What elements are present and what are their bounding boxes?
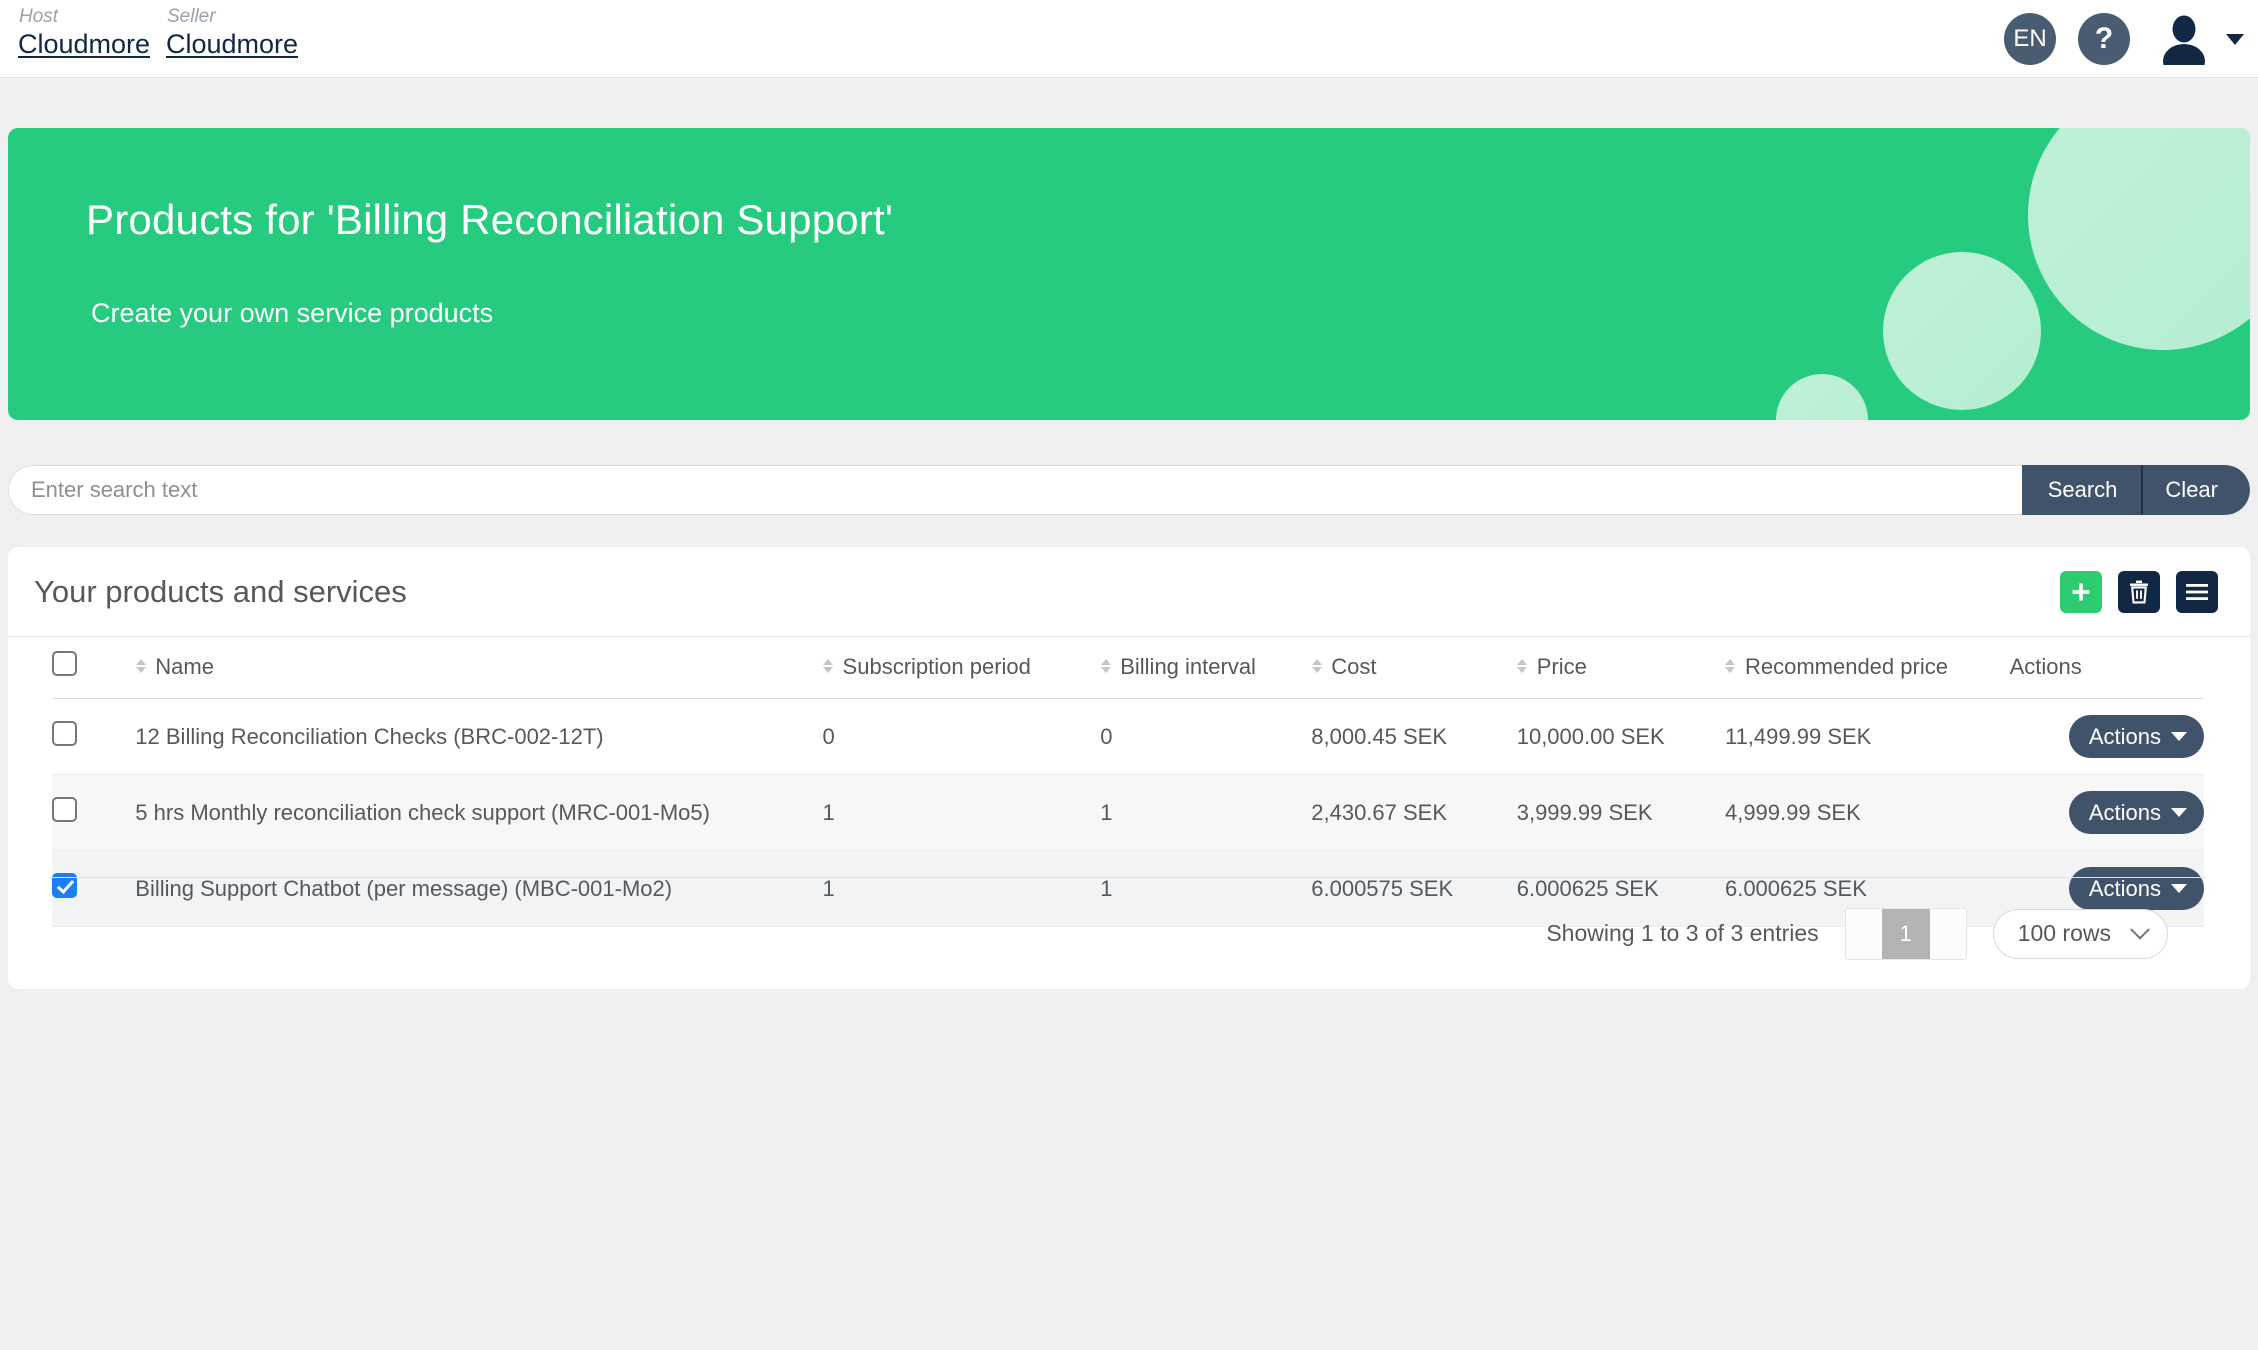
cell-name: 5 hrs Monthly reconciliation check suppo… (135, 774, 823, 851)
cell-subscription-period: 1 (822, 774, 1101, 851)
search-button[interactable]: Search (2021, 465, 2142, 515)
seller-label: Seller (167, 6, 216, 27)
add-product-button[interactable] (2060, 570, 2102, 613)
column-header-actions: Actions (2009, 637, 2204, 699)
cell-actions: Actions (2009, 774, 2204, 851)
cell-cost: 2,430.67 SEK (1311, 774, 1517, 851)
host-context: Host Cloudmore (18, 6, 166, 60)
card-toolbar (2060, 570, 2218, 613)
column-label-billing-interval: Billing interval (1120, 653, 1256, 679)
top-bar: Host Cloudmore Seller Cloudmore EN ? (0, 0, 2258, 78)
products-card: Your products and services Name Subscrip… (8, 547, 2250, 989)
context-switcher: Host Cloudmore Seller Cloudmore (18, 6, 314, 60)
seller-context: Seller Cloudmore (166, 6, 314, 60)
sort-icon (135, 658, 146, 673)
cell-actions: Actions (2009, 698, 2204, 775)
column-header-billing-interval[interactable]: Billing interval (1100, 637, 1312, 699)
chevron-down-icon (2130, 919, 2150, 940)
pagination-prev[interactable] (1845, 908, 1882, 959)
cell-cost: 8,000.45 SEK (1311, 698, 1517, 775)
row-actions-button[interactable]: Actions (2068, 715, 2204, 758)
cell-name: 12 Billing Reconciliation Checks (BRC-00… (135, 698, 823, 775)
chevron-down-icon (2226, 33, 2244, 45)
page-hero-banner: Products for 'Billing Reconciliation Sup… (8, 128, 2250, 420)
sort-icon (1311, 658, 1322, 673)
card-header: Your products and services (8, 547, 2250, 637)
decorative-circle-large (2028, 128, 2250, 350)
rows-per-page-select[interactable]: 100 rows (1992, 908, 2168, 959)
decorative-circle-small (1776, 374, 1868, 420)
host-label: Host (19, 6, 59, 27)
search-bar: Search Clear (8, 465, 2250, 515)
column-header-recommended-price[interactable]: Recommended price (1724, 637, 2010, 699)
column-label-subscription-period: Subscription period (842, 653, 1031, 679)
column-header-name[interactable]: Name (135, 637, 823, 699)
row-actions-label: Actions (2088, 799, 2161, 825)
chevron-down-icon (2171, 808, 2187, 817)
sort-icon (1725, 658, 1736, 673)
column-label-cost: Cost (1331, 653, 1377, 679)
pagination-next[interactable] (1929, 908, 1966, 959)
clear-button[interactable]: Clear (2141, 465, 2250, 515)
card-title: Your products and services (34, 573, 407, 609)
cell-subscription-period: 0 (822, 698, 1101, 775)
cell-price: 3,999.99 SEK (1516, 774, 1725, 851)
user-menu[interactable] (2158, 13, 2244, 78)
column-header-price[interactable]: Price (1516, 637, 1725, 699)
select-all-checkbox[interactable] (52, 651, 77, 676)
column-label-name: Name (155, 653, 214, 679)
column-header-cost[interactable]: Cost (1311, 637, 1517, 699)
entries-summary: Showing 1 to 3 of 3 entries (1546, 920, 1819, 946)
column-label-actions: Actions (2009, 653, 2082, 679)
sort-icon (1517, 658, 1528, 673)
row-actions-label: Actions (2088, 723, 2161, 749)
column-label-price: Price (1536, 653, 1587, 679)
cell-price: 10,000.00 SEK (1516, 698, 1725, 775)
cell-billing-interval: 1 (1100, 774, 1312, 851)
column-header-subscription-period[interactable]: Subscription period (822, 637, 1101, 699)
hamburger-menu-icon[interactable] (2176, 570, 2218, 613)
column-label-recommended-price: Recommended price (1744, 653, 1948, 679)
table-footer: Showing 1 to 3 of 3 entries 1 100 rows (52, 877, 2206, 989)
chevron-down-icon (2171, 732, 2187, 741)
cell-billing-interval: 0 (1100, 698, 1312, 775)
sort-icon (1100, 658, 1111, 673)
language-button[interactable]: EN (2004, 13, 2056, 65)
help-icon[interactable]: ? (2078, 13, 2130, 65)
avatar (2158, 13, 2210, 78)
host-link[interactable]: Cloudmore (18, 29, 150, 59)
row-select-cell (52, 698, 136, 775)
seller-link[interactable]: Cloudmore (166, 29, 298, 59)
page-title: Products for 'Billing Reconciliation Sup… (86, 196, 894, 243)
row-checkbox[interactable] (52, 721, 77, 746)
table-header-row: Name Subscription period Billing interva… (52, 637, 2204, 699)
cell-recommended-price: 11,499.99 SEK (1724, 698, 2010, 775)
row-actions-button[interactable]: Actions (2068, 791, 2204, 834)
pagination-page-1[interactable]: 1 (1881, 908, 1930, 959)
search-input[interactable] (8, 465, 2022, 515)
decorative-circle-medium (1883, 252, 2041, 410)
top-bar-actions: EN ? (2004, 0, 2244, 78)
page-subtitle: Create your own service products (91, 298, 494, 328)
cell-recommended-price: 4,999.99 SEK (1724, 774, 2010, 851)
select-all-header (52, 637, 136, 699)
table-row[interactable]: 12 Billing Reconciliation Checks (BRC-00… (52, 698, 2204, 775)
row-select-cell (52, 774, 136, 851)
sort-icon (823, 658, 834, 673)
pagination: 1 (1844, 907, 1967, 960)
rows-per-page-label: 100 rows (2017, 920, 2111, 946)
delete-button[interactable] (2118, 570, 2160, 613)
row-checkbox[interactable] (52, 797, 77, 822)
table-row[interactable]: 5 hrs Monthly reconciliation check suppo… (52, 774, 2204, 851)
